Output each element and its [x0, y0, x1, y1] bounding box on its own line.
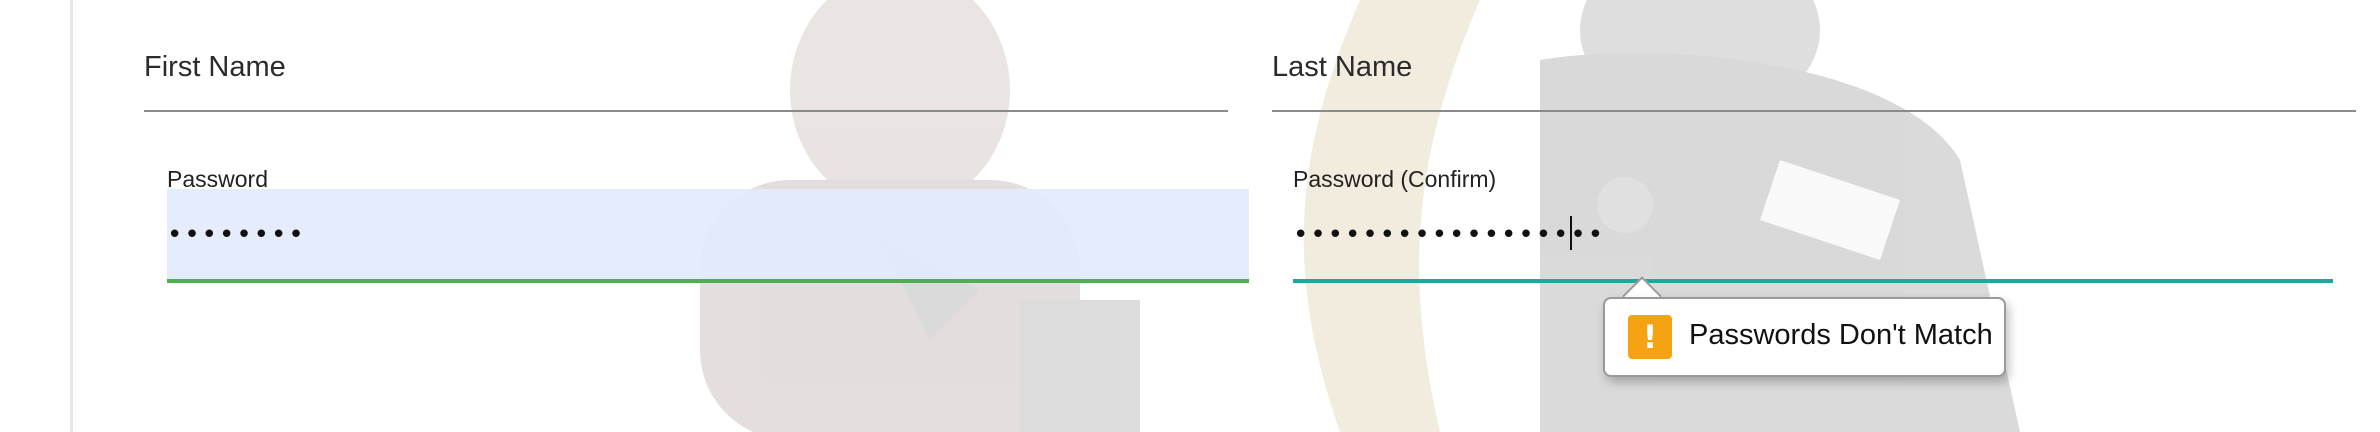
password-confirm-value: •••••••••••••••••• [1293, 220, 1606, 250]
last-name-label: Last Name [1272, 51, 1413, 83]
validation-tooltip: ! Passwords Don't Match [1603, 297, 2006, 377]
first-name-label: First Name [144, 51, 286, 83]
first-name-input[interactable] [144, 110, 1228, 112]
password-confirm-bar [1293, 279, 2333, 283]
validation-message: Passwords Don't Match [1689, 319, 1993, 351]
page-left-border [70, 0, 73, 432]
password-value: •••••••• [167, 220, 306, 250]
password-input[interactable] [167, 189, 1249, 279]
last-name-input[interactable] [1272, 110, 2356, 112]
registration-form-page: First Name Last Name Password •••••••• P… [0, 0, 2380, 432]
password-label: Password [167, 166, 268, 192]
password-valid-bar [167, 279, 1249, 283]
text-caret [1570, 216, 1572, 250]
warning-icon: ! [1628, 315, 1672, 359]
